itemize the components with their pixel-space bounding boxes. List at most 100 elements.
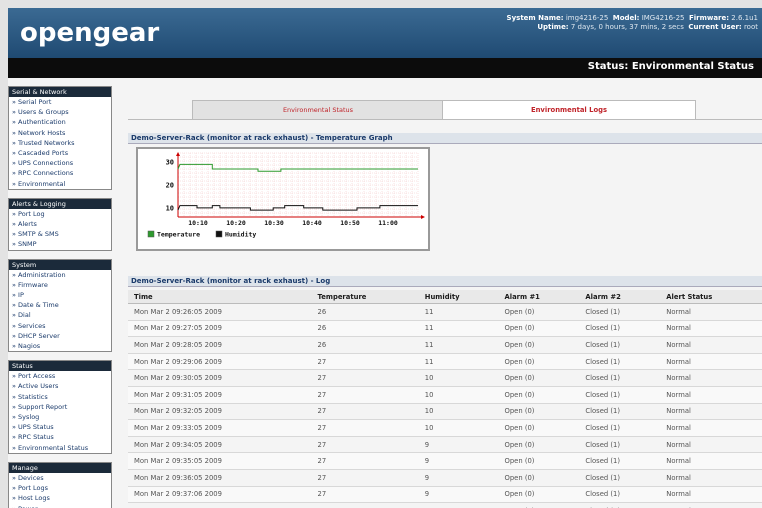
sidebar-link[interactable]: » Devices — [9, 473, 111, 483]
sidebar-link[interactable]: » Authentication — [9, 117, 111, 127]
table-cell: 27 — [311, 386, 419, 404]
table-cell: Open (0) — [498, 369, 580, 387]
table-cell: Normal — [660, 452, 762, 470]
opengear-logo[interactable]: opengear — [20, 18, 159, 48]
table-cell: Open (0) — [498, 303, 580, 321]
sidebar-link[interactable]: » Active Users — [9, 381, 111, 391]
table-cell: Open (0) — [498, 336, 580, 354]
sidebar-link[interactable]: » Services — [9, 321, 111, 331]
sidebar-link[interactable]: » Trusted Networks — [9, 138, 111, 148]
sidebar-link[interactable]: » Date & Time — [9, 300, 111, 310]
column-header[interactable]: Alarm #1 — [498, 290, 580, 304]
sidebar-link[interactable]: » Dial — [9, 310, 111, 320]
sidebar-link[interactable]: » Power — [9, 504, 111, 508]
sidebar-link[interactable]: » Port Logs — [9, 483, 111, 493]
log-header-row: Time Temperature Humidity Alarm #1 Alarm #2 A… — [128, 290, 762, 304]
table-cell: 27 — [311, 502, 419, 508]
table-cell: Normal — [660, 353, 762, 371]
sidebar-link[interactable]: » Cascaded Ports — [9, 148, 111, 158]
sidebar-link[interactable]: » Port Log — [9, 209, 111, 219]
sidebar: Serial & Network» Serial Port» Users & G… — [8, 86, 112, 508]
table-cell: 27 — [311, 436, 419, 454]
sidebar-link[interactable]: » Environmental Status — [9, 443, 111, 453]
table-row: Mon Mar 2 09:30:05 2009 27 10 Open (0) Close… — [128, 369, 762, 387]
x-tick-label: 10:20 — [226, 219, 246, 227]
table-cell: Normal — [660, 436, 762, 454]
sidebar-link[interactable]: » Statistics — [9, 392, 111, 402]
current-user: root — [743, 23, 758, 31]
table-cell: Closed (1) — [579, 452, 661, 470]
sidebar-link[interactable]: » UPS Connections — [9, 158, 111, 168]
sidebar-link[interactable]: » Alerts — [9, 219, 111, 229]
table-cell: Mon Mar 2 09:38:05 2009 — [128, 502, 312, 508]
log-body: Mon Mar 2 09:26:05 2009 26 11 Open (0) Close… — [128, 303, 762, 508]
table-cell: Open (0) — [498, 419, 580, 437]
table-cell: Open (0) — [498, 320, 580, 338]
tab-environmental-status[interactable]: Environmental Status — [192, 100, 444, 119]
table-cell: Closed (1) — [579, 303, 661, 321]
table-cell: Mon Mar 2 09:36:05 2009 — [128, 469, 312, 487]
table-cell: Open (0) — [498, 502, 580, 508]
table-cell: 11 — [418, 303, 499, 321]
firmware: 2.6.1u1 — [731, 14, 758, 22]
table-cell: Closed (1) — [579, 502, 661, 508]
title-bar: Status: Environmental Status — [8, 58, 762, 78]
sidebar-link[interactable]: » Support Report — [9, 402, 111, 412]
table-row: Mon Mar 2 09:38:05 2009279Open (0)Closed… — [128, 502, 762, 508]
table-cell: Open (0) — [498, 353, 580, 371]
sidebar-link[interactable]: » SNMP — [9, 239, 111, 249]
sidebar-link[interactable]: » Port Access — [9, 371, 111, 381]
sidebar-link[interactable]: » IP — [9, 290, 111, 300]
y-tick-label: 10 — [166, 204, 174, 212]
tab-divider — [128, 119, 762, 120]
column-header[interactable]: Humidity — [418, 290, 499, 304]
firmware-label: Firmware: — [688, 14, 730, 22]
model-label: Model: — [612, 14, 640, 22]
sidebar-link[interactable]: » RPC Connections — [9, 168, 111, 178]
table-cell: 27 — [311, 369, 419, 387]
sidebar-link[interactable]: » Syslog — [9, 412, 111, 422]
table-row: Mon Mar 2 09:36:05 2009 27 9 Open (0) Closed… — [128, 469, 762, 487]
column-header[interactable]: Time — [128, 290, 312, 304]
uptime-label: Uptime: — [537, 23, 569, 31]
table-cell: Open (0) — [498, 469, 580, 487]
table-cell: Mon Mar 2 09:27:05 2009 — [128, 320, 312, 338]
table-row: Mon Mar 2 09:31:05 2009 27 10 Open (0) Close… — [128, 386, 762, 404]
x-tick-label: 10:30 — [264, 219, 284, 227]
table-cell: Open (0) — [498, 486, 580, 504]
table-cell: 10 — [418, 369, 499, 387]
table-cell: 10 — [418, 403, 499, 421]
table-cell: Mon Mar 2 09:26:05 2009 — [128, 303, 312, 321]
sidebar-link[interactable]: » Network Hosts — [9, 128, 111, 138]
sidebar-link[interactable]: » Firmware — [9, 280, 111, 290]
legend-label: Temperature — [157, 231, 200, 239]
table-row: Mon Mar 2 09:28:05 2009 26 11 Open (0) Close… — [128, 336, 762, 354]
table-cell: Normal — [660, 320, 762, 338]
nav-group-3: Status» Port Access» Active Users» Stati… — [8, 360, 112, 454]
sidebar-link[interactable]: » Users & Groups — [9, 107, 111, 117]
table-cell: Mon Mar 2 09:32:05 2009 — [128, 403, 312, 421]
sidebar-link[interactable]: » Environmental — [9, 179, 111, 189]
tab-environmental-logs[interactable]: Environmental Logs — [442, 100, 696, 119]
sidebar-link[interactable]: » Serial Port — [9, 97, 111, 107]
sidebar-link[interactable]: » UPS Status — [9, 422, 111, 432]
sidebar-link[interactable]: » Administration — [9, 270, 111, 280]
table-row: Mon Mar 2 09:37:06 2009 27 9 Open (0) Closed… — [128, 486, 762, 504]
y-axis-arrow — [176, 152, 180, 156]
sidebar-link[interactable]: » Nagios — [9, 341, 111, 351]
nav-group-title: Serial & Network — [9, 87, 111, 97]
table-cell: Mon Mar 2 09:33:05 2009 — [128, 419, 312, 437]
table-cell: 9 — [418, 486, 499, 504]
sidebar-link[interactable]: » SMTP & SMS — [9, 229, 111, 239]
sidebar-link[interactable]: » RPC Status — [9, 432, 111, 442]
sidebar-link[interactable]: » DHCP Server — [9, 331, 111, 341]
table-cell: Normal — [660, 386, 762, 404]
sidebar-link[interactable]: » Host Logs — [9, 493, 111, 503]
legend-swatch — [215, 230, 223, 238]
nav-group-title: Alerts & Logging — [9, 198, 111, 209]
column-header[interactable]: Temperature — [311, 290, 419, 304]
column-header[interactable]: Alarm #2 — [579, 290, 661, 304]
column-header[interactable]: Alert Status — [660, 290, 762, 304]
system-name: img4216-25 — [565, 14, 609, 22]
table-cell: Open (0) — [498, 452, 580, 470]
